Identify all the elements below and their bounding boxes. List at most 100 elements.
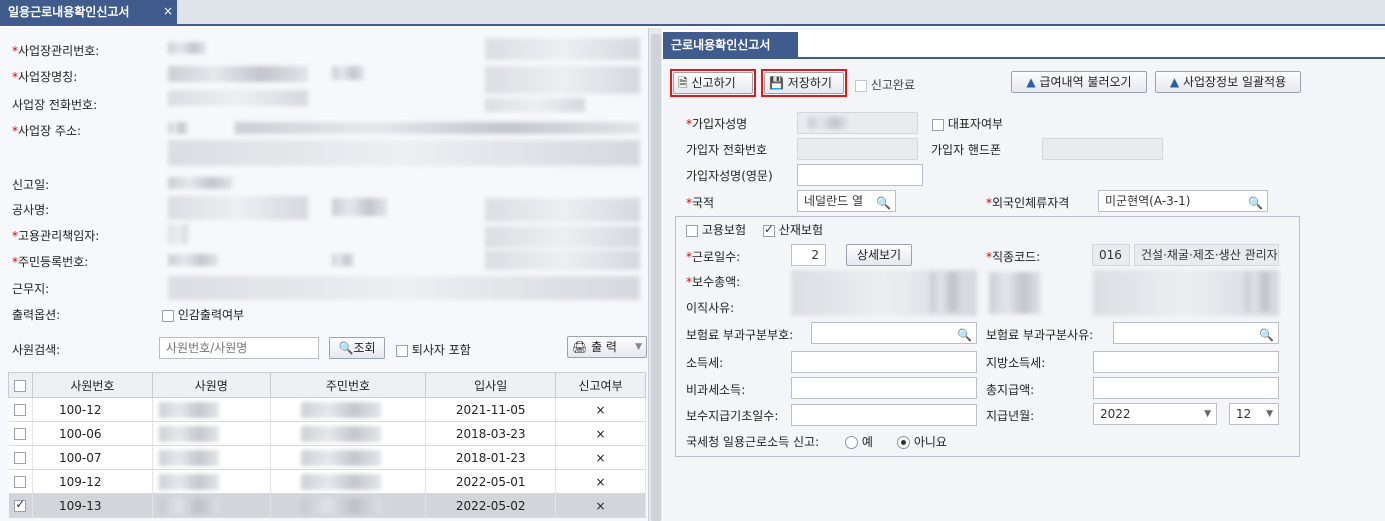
redacted-value bbox=[158, 473, 219, 490]
redacted-value bbox=[808, 117, 848, 129]
row-checkbox[interactable] bbox=[8, 469, 33, 494]
row-checkbox[interactable] bbox=[8, 445, 33, 470]
search-button[interactable]: 🔍조회 bbox=[329, 337, 385, 359]
field-report-date-label: 신고일: bbox=[12, 178, 50, 192]
col-reported[interactable]: 신고여부 bbox=[555, 372, 646, 398]
close-tab-icon[interactable]: × bbox=[163, 0, 173, 23]
highlight-report bbox=[670, 69, 756, 97]
insured-name-field bbox=[797, 112, 918, 134]
chevron-down-icon[interactable]: ▼ bbox=[1266, 404, 1273, 424]
emp-name-cell bbox=[152, 445, 271, 470]
upload-icon: ▲ bbox=[1026, 75, 1036, 89]
chevron-down-icon[interactable]: ▼ bbox=[1204, 404, 1211, 424]
search-icon[interactable]: 🔍 bbox=[957, 325, 972, 345]
employment-insurance-checkbox[interactable]: 고용보험 bbox=[686, 221, 746, 238]
insured-name-en-input[interactable] bbox=[797, 164, 923, 186]
nontax-income-input[interactable] bbox=[791, 377, 977, 399]
pay-base-days-input[interactable] bbox=[791, 404, 977, 426]
nts-no-radio[interactable]: 아니요 bbox=[897, 433, 947, 450]
premium-code-select[interactable]: 🔍 bbox=[811, 322, 977, 344]
redacted-value bbox=[158, 401, 219, 418]
job-code-label: *직종코드: bbox=[986, 250, 1041, 264]
pay-year-select[interactable]: 2022 ▼ bbox=[1093, 403, 1217, 425]
local-tax-input[interactable] bbox=[1093, 351, 1279, 373]
nationality-select[interactable]: 네덜란드 열 🔍 bbox=[797, 190, 896, 212]
redacted-value bbox=[168, 140, 640, 166]
hire-date-cell: 2021-11-05 bbox=[425, 397, 557, 422]
redacted-value bbox=[158, 425, 219, 442]
resident-no-cell bbox=[270, 445, 427, 470]
row-checkbox[interactable] bbox=[8, 397, 33, 422]
table-row[interactable]: 100-12 2021-11-05 × bbox=[8, 397, 646, 422]
table-row[interactable]: 109-12 2022-05-01 × bbox=[8, 469, 646, 494]
field-site-mgmt-no-label: *사업장관리번호: bbox=[12, 44, 100, 58]
col-emp-name[interactable]: 사원명 bbox=[151, 372, 271, 398]
representative-checkbox[interactable]: 대표자여부 bbox=[932, 115, 1003, 132]
redacted-value bbox=[485, 250, 640, 270]
top-tab-bar: 일용근로내용확인신고서 × bbox=[0, 0, 1385, 26]
right-tab-bar: 근로내용확인신고서 bbox=[663, 30, 1385, 59]
hire-date-cell: 2022-05-02 bbox=[425, 493, 557, 518]
scrollbar-thumb[interactable] bbox=[651, 34, 661, 521]
field-site-name-label: *사업장명칭: bbox=[12, 70, 78, 84]
table-row[interactable]: 100-06 2018-03-23 × bbox=[8, 421, 646, 446]
hire-date-cell: 2022-05-01 bbox=[425, 469, 557, 494]
detail-button[interactable]: 상세보기 bbox=[846, 244, 912, 266]
report-complete-checkbox[interactable]: 신고완료 bbox=[855, 76, 915, 93]
dropdown-arrow-icon[interactable]: ▼ bbox=[635, 337, 642, 357]
table-row[interactable]: 109-13 2022-05-02× bbox=[8, 493, 646, 518]
left-scrollbar[interactable] bbox=[648, 28, 662, 521]
insured-mobile-label: 가입자 핸드폰 bbox=[931, 143, 1002, 157]
include-retired-checkbox[interactable]: 퇴사자 포함 bbox=[396, 341, 471, 358]
emp-no-cell: 109-12 bbox=[32, 469, 153, 494]
residence-status-label: *외국인체류자격 bbox=[986, 196, 1070, 210]
pay-month-select[interactable]: 12 ▼ bbox=[1229, 403, 1279, 425]
emp-name-cell bbox=[152, 421, 271, 446]
col-resident-no[interactable]: 주민번호 bbox=[269, 372, 427, 398]
income-tax-input[interactable] bbox=[791, 351, 977, 373]
select-all-checkbox[interactable] bbox=[8, 372, 33, 398]
pay-month-label: 지급년월: bbox=[986, 409, 1035, 423]
redacted-value bbox=[485, 98, 585, 112]
apply-site-button[interactable]: ▲ 사업장정보 일괄적용 bbox=[1155, 71, 1301, 93]
insured-name-en-label: 가입자성명(영문) bbox=[686, 169, 773, 183]
accident-insurance-checkbox[interactable]: 산재보험 bbox=[763, 221, 823, 238]
row-checkbox[interactable] bbox=[8, 493, 33, 518]
print-seal-checkbox[interactable]: 인감출력여부 bbox=[162, 306, 244, 323]
premium-code-label: 보험료 부과구분부호: bbox=[686, 328, 794, 342]
field-print-option-label: 출력옵션: bbox=[12, 308, 61, 322]
total-pay-input[interactable] bbox=[1093, 377, 1279, 399]
redacted-value bbox=[168, 42, 206, 54]
table-row[interactable]: 100-07 2018-01-23 × bbox=[8, 445, 646, 470]
field-resident-no-label: *주민등록번호: bbox=[12, 255, 89, 269]
redacted-value bbox=[485, 66, 640, 94]
tab-title: 일용근로내용확인신고서 bbox=[8, 5, 130, 19]
premium-reason-select[interactable]: 🔍 bbox=[1113, 322, 1279, 344]
search-icon[interactable]: 🔍 bbox=[876, 193, 891, 213]
tab-work-content-report[interactable]: 근로내용확인신고서 bbox=[663, 32, 798, 59]
job-code-field: 016 bbox=[1092, 244, 1130, 266]
tab-daily-work-report[interactable]: 일용근로내용확인신고서 × bbox=[0, 0, 177, 26]
print-button[interactable]: 🖨 출 력 ▼ bbox=[567, 336, 647, 358]
col-hire-date[interactable]: 입사일 bbox=[425, 372, 557, 398]
reported-cell: × bbox=[555, 445, 646, 470]
redacted-value bbox=[300, 473, 381, 490]
residence-status-select[interactable]: 미군현역(A-3-1) 🔍 bbox=[1098, 190, 1268, 212]
redacted-value bbox=[300, 497, 381, 514]
load-pay-button[interactable]: ▲ 급여내역 불러오기 bbox=[1011, 71, 1147, 93]
redacted-value bbox=[168, 196, 308, 220]
reported-cell: × bbox=[555, 397, 646, 422]
search-icon[interactable]: 🔍 bbox=[1248, 193, 1263, 213]
row-checkbox[interactable] bbox=[8, 421, 33, 446]
redacted-value bbox=[1245, 272, 1275, 312]
redacted-value bbox=[300, 401, 381, 418]
col-emp-no[interactable]: 사원번호 bbox=[31, 372, 153, 398]
nts-yes-radio[interactable]: 예 bbox=[845, 433, 873, 450]
work-days-input[interactable]: 2 bbox=[791, 244, 826, 266]
pay-base-days-label: 보수지급기초일수: bbox=[686, 409, 779, 423]
emp-no-cell: 100-12 bbox=[32, 397, 153, 422]
total-pay-label: 총지급액: bbox=[986, 383, 1035, 397]
search-icon[interactable]: 🔍 bbox=[1259, 325, 1274, 345]
employee-search-input[interactable] bbox=[159, 337, 319, 359]
nts-report-label: 국세청 일용근로소득 신고: bbox=[686, 435, 820, 449]
